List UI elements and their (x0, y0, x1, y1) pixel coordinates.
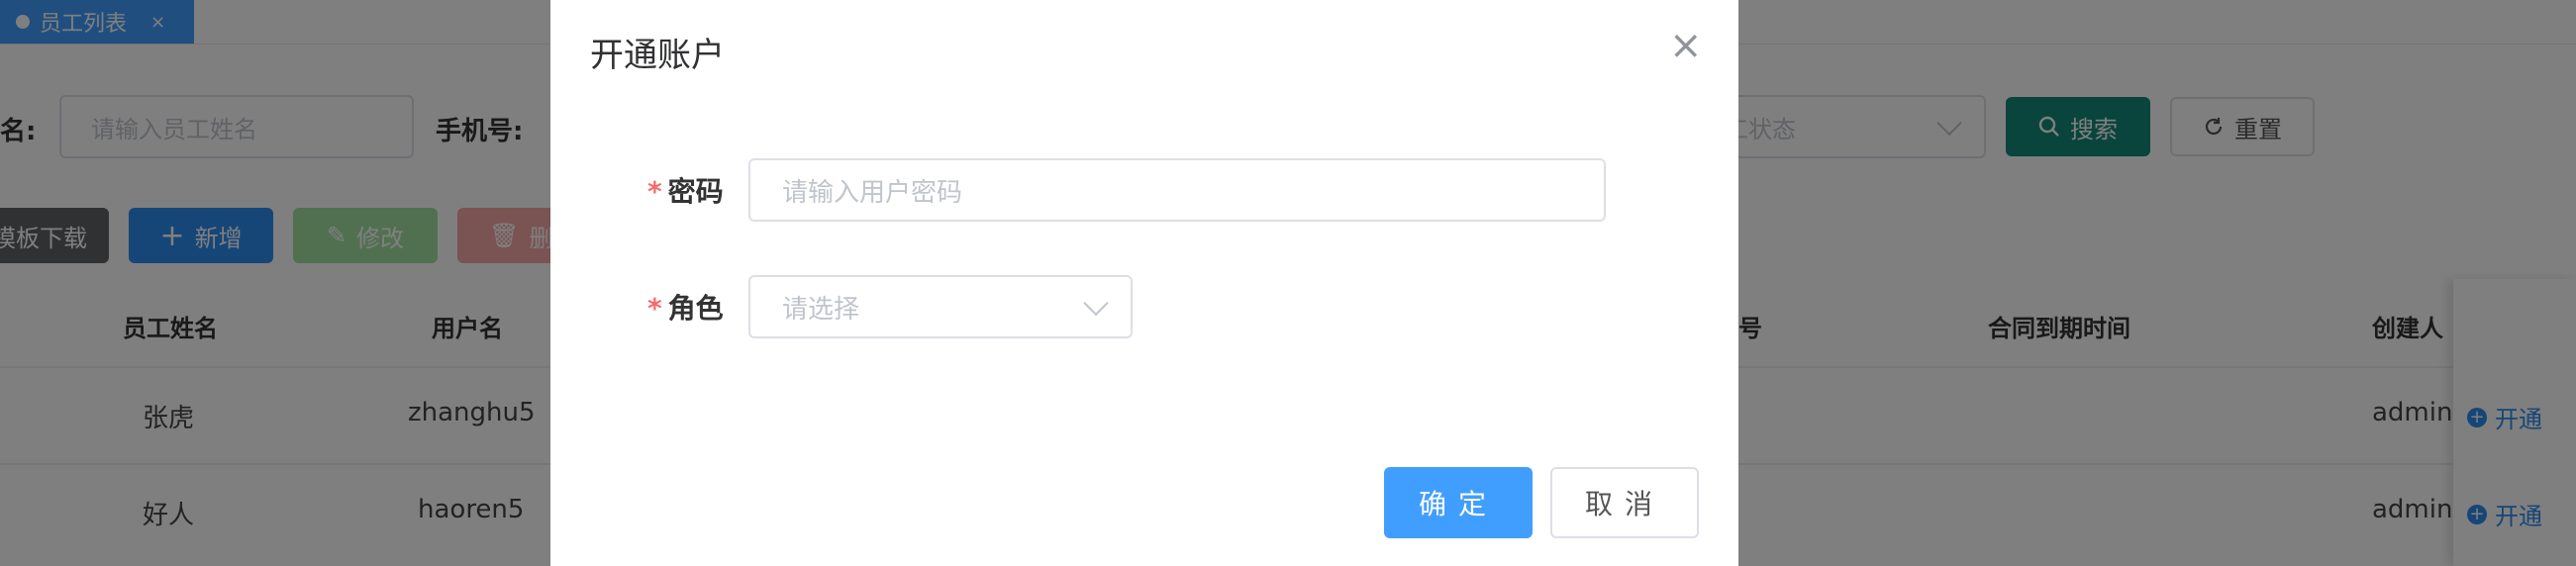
required-mark: * (647, 292, 662, 325)
chevron-down-icon (1083, 290, 1109, 317)
required-mark: * (647, 175, 662, 208)
role-label: 角色 (667, 292, 724, 325)
password-form-label: * 密码 (647, 170, 724, 210)
role-form-label: * 角色 (647, 287, 724, 327)
cancel-button[interactable]: 取消 (1550, 467, 1699, 538)
open-account-dialog: 开通账户 × * 密码 请输入用户密码 * 角色 请选择 确定 取消 (550, 0, 1738, 566)
confirm-button[interactable]: 确定 (1384, 467, 1533, 538)
password-label: 密码 (667, 175, 724, 208)
role-placeholder: 请选择 (782, 294, 860, 325)
close-icon[interactable]: × (1669, 26, 1703, 65)
password-input[interactable]: 请输入用户密码 (748, 158, 1606, 222)
role-select[interactable]: 请选择 (748, 275, 1133, 338)
dialog-title: 开通账户 (590, 36, 725, 75)
